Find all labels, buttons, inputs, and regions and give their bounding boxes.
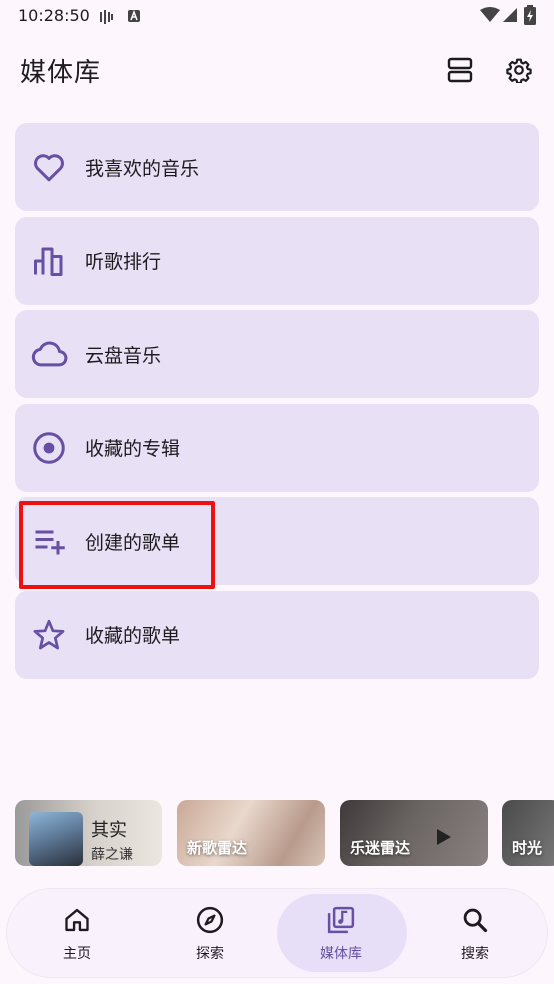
nav-item-library[interactable]: 媒体库 <box>275 889 407 977</box>
rec-card-time[interactable]: 时光 <box>502 800 554 866</box>
layout-toggle-button[interactable] <box>440 50 480 90</box>
compass-icon <box>194 904 226 936</box>
library-item-label: 听歌排行 <box>85 251 162 274</box>
now-playing-title: 其实 <box>91 820 127 841</box>
bottom-navigation: 主页 探索 媒体库 搜索 <box>7 889 547 977</box>
rec-card-fan-radar[interactable]: 乐迷雷达 <box>340 800 488 866</box>
gear-icon <box>506 58 532 83</box>
status-bar: 10:28:50 <box>0 0 554 32</box>
library-item-label: 收藏的歌单 <box>85 625 181 648</box>
library-item-label: 创建的歌单 <box>85 531 181 554</box>
album-disc-icon <box>29 428 69 468</box>
rec-card-label: 乐迷雷达 <box>350 839 411 857</box>
library-item-cloud-music[interactable]: 云盘音乐 <box>15 310 539 399</box>
now-playing-artist: 薛之谦 <box>91 847 133 863</box>
nav-label: 搜索 <box>461 946 489 962</box>
playlist-add-icon <box>29 521 69 561</box>
library-item-label: 云盘音乐 <box>85 344 162 367</box>
signal-icon <box>503 8 517 22</box>
library-item-label: 我喜欢的音乐 <box>85 157 200 180</box>
now-playing-cover <box>29 812 83 866</box>
nav-item-explore[interactable]: 探索 <box>144 889 276 977</box>
library-item-collected-playlists[interactable]: 收藏的歌单 <box>15 590 539 679</box>
view-agenda-icon <box>447 57 473 83</box>
status-time: 10:28:50 <box>18 6 90 25</box>
music-library-icon <box>325 904 357 936</box>
library-item-label: 收藏的专辑 <box>85 438 181 461</box>
vibrate-icon <box>100 10 113 24</box>
bar-chart-icon <box>29 241 69 281</box>
nav-item-home[interactable]: 主页 <box>11 889 143 977</box>
play-icon <box>437 829 451 845</box>
library-item-created-playlists[interactable]: 创建的歌单 <box>15 497 539 586</box>
star-icon <box>29 615 69 655</box>
library-item-play-ranking[interactable]: 听歌排行 <box>15 216 539 305</box>
nav-item-search[interactable]: 搜索 <box>409 889 541 977</box>
search-icon <box>459 904 491 936</box>
cloud-icon <box>29 334 69 374</box>
library-item-collected-albums[interactable]: 收藏的专辑 <box>15 403 539 492</box>
library-item-liked-music[interactable]: 我喜欢的音乐 <box>15 123 539 211</box>
nav-label: 主页 <box>63 946 91 962</box>
recommendation-strip: 其实 薛之谦 新歌雷达 乐迷雷达 时光 <box>15 800 554 866</box>
nav-label: 媒体库 <box>320 946 362 962</box>
now-playing-card[interactable]: 其实 薛之谦 <box>15 800 162 866</box>
rec-card-new-songs[interactable]: 新歌雷达 <box>177 800 325 866</box>
page-title: 媒体库 <box>20 58 102 88</box>
rec-card-label: 时光 <box>512 839 543 857</box>
home-icon <box>61 904 93 936</box>
wifi-icon <box>480 7 500 22</box>
library-list: 我喜欢的音乐 听歌排行 云盘音乐 收藏的专辑 创建的歌单 收藏的歌单 <box>15 123 539 685</box>
nav-label: 探索 <box>196 946 224 962</box>
heart-icon <box>29 147 69 187</box>
settings-button[interactable] <box>499 50 539 90</box>
battery-icon <box>524 5 536 25</box>
rec-card-label: 新歌雷达 <box>187 839 248 857</box>
notification-a-icon <box>128 9 140 22</box>
